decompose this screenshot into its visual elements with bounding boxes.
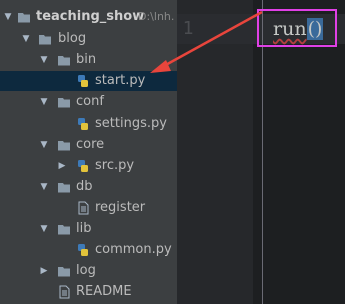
folder-icon xyxy=(58,56,70,66)
text-file-icon xyxy=(59,285,70,299)
collapsed-arrow-icon[interactable]: ▶ xyxy=(56,156,68,176)
tree-row-conf[interactable]: ▼ conf xyxy=(0,92,177,112)
expanded-arrow-icon[interactable]: ▼ xyxy=(38,177,50,197)
collapsed-arrow-icon[interactable]: ▶ xyxy=(38,261,50,281)
folder-icon xyxy=(58,183,70,193)
expanded-arrow-icon[interactable]: ▼ xyxy=(38,219,50,239)
tree-item-label: common.py xyxy=(95,242,172,257)
tree-item-label: README xyxy=(76,284,132,299)
folder-icon xyxy=(58,98,70,108)
project-panel: ▼ teaching_show D:\lnh. ▼ blog ▼ bin sta… xyxy=(0,0,177,304)
python-file-icon xyxy=(78,160,88,172)
folder-icon xyxy=(18,13,30,23)
tree-item-label: core xyxy=(76,137,105,152)
highlight-box xyxy=(257,9,337,47)
tree-item-label: lib xyxy=(76,221,92,236)
tree-item-label: bin xyxy=(76,52,97,67)
expanded-arrow-icon[interactable]: ▼ xyxy=(38,92,50,112)
line-number: 1 xyxy=(182,18,194,39)
tree-row-db[interactable]: ▼ db xyxy=(0,177,177,197)
tree-row-common-py[interactable]: common.py xyxy=(0,240,177,260)
tree-item-label: settings.py xyxy=(95,116,167,131)
tree-item-label: start.py xyxy=(95,73,146,88)
tree-item-label: conf xyxy=(76,94,104,109)
expanded-arrow-icon[interactable]: ▼ xyxy=(2,7,14,27)
tree-item-label: register xyxy=(95,200,146,215)
tree-item-label: log xyxy=(76,263,96,278)
tree-row-lib[interactable]: ▼ lib xyxy=(0,219,177,239)
tree-item-label: blog xyxy=(58,31,87,46)
root-folder-path: D:\lnh. xyxy=(138,10,175,23)
tree-item-label: src.py xyxy=(95,158,135,173)
code-editor[interactable]: 1 run() xyxy=(177,0,345,304)
tree-row-src-py[interactable]: ▶ src.py xyxy=(0,156,177,176)
tree-item-label: db xyxy=(76,179,93,194)
folder-icon xyxy=(58,141,70,151)
tree-row-start-py[interactable]: start.py xyxy=(0,71,177,91)
tree-row-log[interactable]: ▶ log xyxy=(0,261,177,281)
expanded-arrow-icon[interactable]: ▼ xyxy=(38,135,50,155)
python-file-icon xyxy=(78,118,88,130)
tree-row-register[interactable]: register xyxy=(0,198,177,218)
folder-icon xyxy=(58,267,70,277)
folder-icon xyxy=(58,225,70,235)
root-folder-label: teaching_show xyxy=(36,9,145,24)
tree-row-core[interactable]: ▼ core xyxy=(0,135,177,155)
expanded-arrow-icon[interactable]: ▼ xyxy=(38,50,50,70)
tree-row-bin[interactable]: ▼ bin xyxy=(0,50,177,70)
text-file-icon xyxy=(78,201,89,215)
tree-row-readme[interactable]: README xyxy=(0,282,177,302)
tree-row-blog[interactable]: ▼ blog xyxy=(0,29,177,49)
folder-icon xyxy=(39,35,51,45)
python-file-icon xyxy=(78,244,88,256)
tree-row-teaching-show[interactable]: ▼ teaching_show D:\lnh. xyxy=(0,7,177,27)
expanded-arrow-icon[interactable]: ▼ xyxy=(20,29,32,49)
editor-gutter xyxy=(177,0,253,304)
tree-row-settings-py[interactable]: settings.py xyxy=(0,114,177,134)
python-file-icon xyxy=(78,75,88,87)
